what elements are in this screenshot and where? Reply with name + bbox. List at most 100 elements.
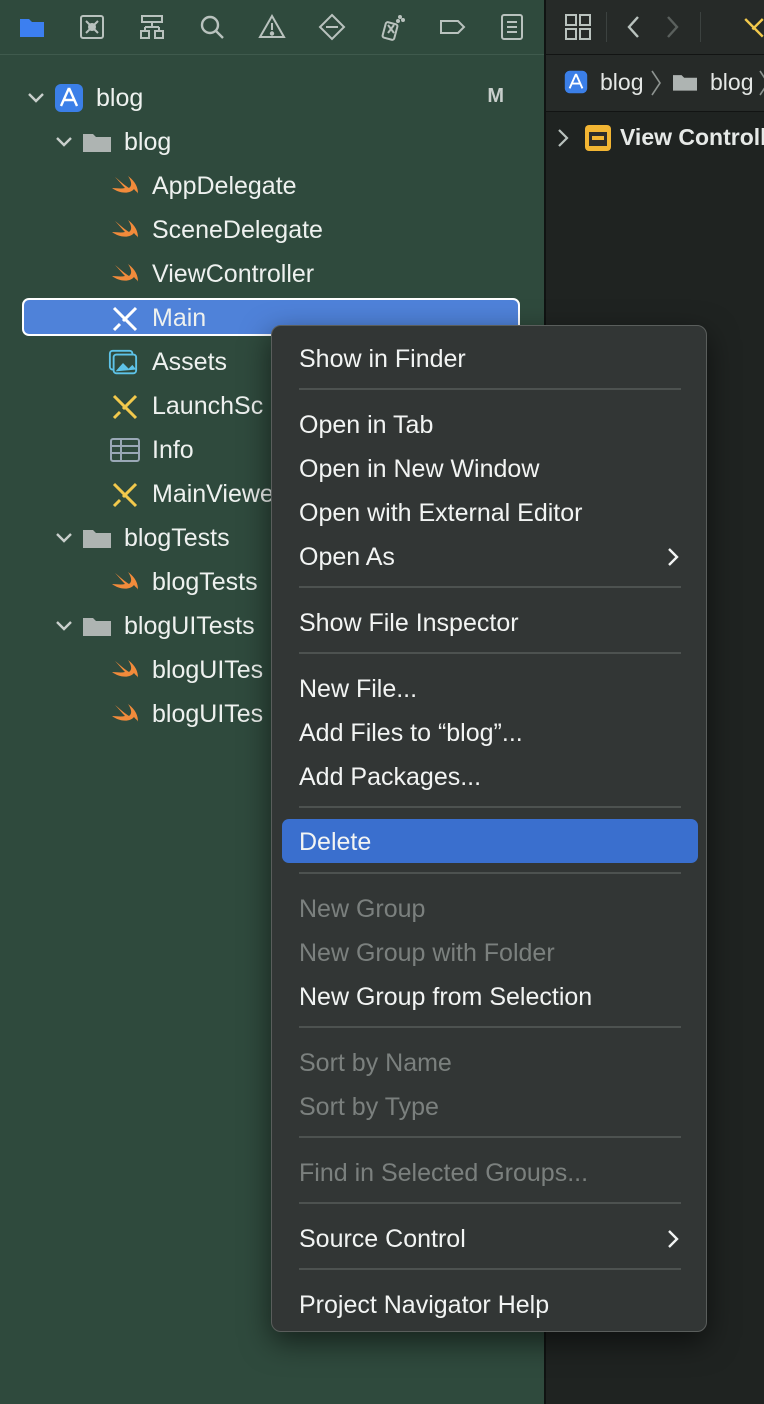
menu-item-label: New Group with Folder bbox=[299, 939, 555, 967]
menu-item-label: Show File Inspector bbox=[299, 609, 519, 637]
menu-item-open-in-new-window[interactable]: Open in New Window bbox=[282, 446, 698, 490]
menu-item-label: Find in Selected Groups... bbox=[299, 1159, 589, 1187]
menu-separator bbox=[299, 1202, 681, 1204]
chevron-right-icon bbox=[651, 70, 661, 96]
menu-item-label: Add Packages... bbox=[299, 763, 482, 791]
menu-item-label: New Group from Selection bbox=[299, 983, 593, 1011]
menu-item-source-control[interactable]: Source Control bbox=[282, 1216, 698, 1260]
chevron-down-icon[interactable] bbox=[54, 132, 74, 152]
tree-label: blogTests bbox=[152, 568, 258, 596]
tree-row-file[interactable]: SceneDelegate bbox=[0, 208, 544, 252]
tree-label: SceneDelegate bbox=[152, 216, 323, 244]
jumpbar-project[interactable]: blog bbox=[600, 69, 643, 96]
menu-item-label: Delete bbox=[299, 828, 372, 856]
tree-row-project[interactable]: blog M bbox=[0, 76, 544, 120]
grid-icon[interactable] bbox=[564, 13, 592, 41]
menu-item-new-group-with-folder: New Group with Folder bbox=[282, 930, 698, 974]
menu-separator bbox=[299, 586, 681, 588]
menu-item-label: Project Navigator Help bbox=[299, 1291, 550, 1319]
menu-item-label: Open in Tab bbox=[299, 411, 434, 439]
menu-item-sort-by-type: Sort by Type bbox=[282, 1084, 698, 1128]
menu-item-new-file[interactable]: New File... bbox=[282, 666, 698, 710]
jumpbar-group[interactable]: blog bbox=[710, 69, 753, 96]
menu-separator bbox=[299, 652, 681, 654]
chevron-right-icon[interactable] bbox=[556, 128, 570, 148]
storyboard-icon bbox=[112, 394, 138, 420]
menu-item-open-with-external-editor[interactable]: Open with External Editor bbox=[282, 490, 698, 534]
folder-icon[interactable] bbox=[12, 8, 52, 46]
tree-row-file[interactable]: AppDelegate bbox=[0, 164, 544, 208]
chevron-right-icon bbox=[759, 70, 764, 96]
menu-item-new-group: New Group bbox=[282, 886, 698, 930]
tree-label: AppDelegate bbox=[152, 172, 297, 200]
tree-label: blog bbox=[96, 84, 144, 112]
report-icon[interactable] bbox=[492, 8, 532, 46]
chevron-down-icon[interactable] bbox=[54, 616, 74, 636]
folder-icon bbox=[83, 134, 111, 152]
submenu-arrow-icon bbox=[668, 1230, 679, 1248]
debug-spray-icon[interactable] bbox=[372, 8, 412, 46]
menu-item-label: Add Files to “blog”... bbox=[299, 719, 523, 747]
tree-label: MainViewe bbox=[152, 480, 274, 508]
menu-item-label: Open in New Window bbox=[299, 455, 540, 483]
assets-icon bbox=[108, 349, 138, 375]
document-outline-row[interactable]: View Controll bbox=[546, 112, 764, 166]
menu-item-label: Sort by Type bbox=[299, 1093, 439, 1121]
forward-arrow-icon[interactable] bbox=[664, 15, 680, 39]
search-icon[interactable] bbox=[192, 8, 232, 46]
storyboard-icon bbox=[112, 482, 138, 508]
menu-separator bbox=[299, 388, 681, 390]
source-control-icon[interactable] bbox=[72, 8, 112, 46]
storyboard-icon bbox=[112, 306, 138, 332]
tree-row-group[interactable]: blog bbox=[0, 120, 544, 164]
editor-toolbar bbox=[546, 0, 764, 55]
menu-item-find-in-selected-groups: Find in Selected Groups... bbox=[282, 1150, 698, 1194]
storyboard-icon[interactable] bbox=[742, 14, 764, 40]
tree-label: ViewController bbox=[152, 260, 315, 288]
tree-row-file[interactable]: ViewController bbox=[0, 252, 544, 296]
chevron-down-icon[interactable] bbox=[54, 528, 74, 548]
menu-item-sort-by-name: Sort by Name bbox=[282, 1040, 698, 1084]
breakpoint-icon[interactable] bbox=[432, 8, 472, 46]
tree-label: Assets bbox=[152, 348, 228, 376]
menu-item-delete[interactable]: Delete bbox=[282, 819, 698, 863]
menu-separator bbox=[299, 1026, 681, 1028]
menu-item-label: Open As bbox=[299, 543, 395, 571]
swift-icon bbox=[112, 264, 138, 282]
back-arrow-icon[interactable] bbox=[626, 15, 642, 39]
swift-icon bbox=[112, 176, 138, 194]
menu-item-new-group-from-selection[interactable]: New Group from Selection bbox=[282, 974, 698, 1018]
swift-icon bbox=[112, 220, 138, 238]
xcode-project-icon bbox=[55, 84, 83, 112]
swift-icon bbox=[112, 704, 138, 722]
menu-item-add-files[interactable]: Add Files to “blog”... bbox=[282, 710, 698, 754]
menu-item-open-in-tab[interactable]: Open in Tab bbox=[282, 402, 698, 446]
tree-label: blogUITests bbox=[124, 612, 255, 640]
context-menu: Show in Finder Open in Tab Open in New W… bbox=[271, 325, 707, 1332]
chevron-down-icon[interactable] bbox=[26, 88, 46, 108]
menu-separator bbox=[299, 806, 681, 808]
menu-item-label: New Group bbox=[299, 895, 426, 923]
warning-icon[interactable] bbox=[252, 8, 292, 46]
menu-item-show-in-finder[interactable]: Show in Finder bbox=[282, 336, 698, 380]
folder-icon bbox=[673, 75, 697, 91]
navigator-toolbar bbox=[0, 0, 544, 55]
menu-item-add-packages[interactable]: Add Packages... bbox=[282, 754, 698, 798]
view-controller-icon bbox=[585, 125, 611, 151]
test-diamond-icon[interactable] bbox=[312, 8, 352, 46]
menu-item-label: Source Control bbox=[299, 1225, 466, 1253]
menu-item-label: New File... bbox=[299, 675, 418, 703]
menu-item-show-file-inspector[interactable]: Show File Inspector bbox=[282, 600, 698, 644]
hierarchy-icon[interactable] bbox=[132, 8, 172, 46]
menu-item-project-navigator-help[interactable]: Project Navigator Help bbox=[282, 1282, 698, 1326]
tree-label: blogTests bbox=[124, 524, 230, 552]
menu-separator bbox=[299, 1136, 681, 1138]
tree-label: blog bbox=[124, 128, 172, 156]
submenu-arrow-icon bbox=[668, 548, 679, 566]
folder-icon bbox=[83, 530, 111, 548]
menu-item-label: Sort by Name bbox=[299, 1049, 452, 1077]
outline-label: View Controll bbox=[620, 124, 764, 150]
menu-item-open-as[interactable]: Open As bbox=[282, 534, 698, 578]
tree-label: LaunchSc bbox=[152, 392, 264, 420]
xcode-project-icon bbox=[564, 70, 588, 94]
